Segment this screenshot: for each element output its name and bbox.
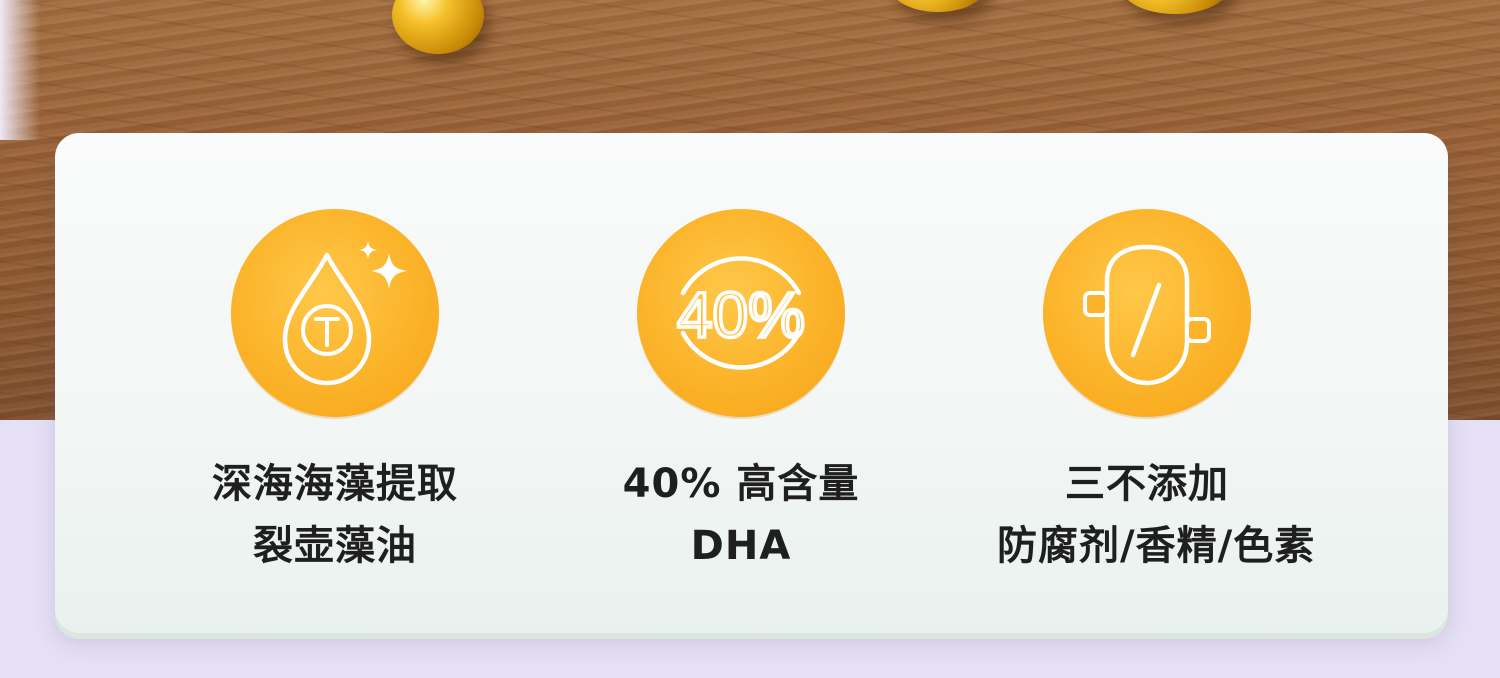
- feature-label: 深海海藻提取 裂壶藻油: [185, 453, 485, 577]
- feature-card: 深海海藻提取 裂壶藻油 40% 40% 高含量 DHA 三不添加 防腐剂/香精/…: [55, 133, 1448, 633]
- feature-label-line2: 裂壶藻油: [253, 523, 417, 569]
- feature-item-algae-oil: 深海海藻提取 裂壶藻油: [185, 209, 485, 577]
- background-edge: [0, 0, 40, 140]
- percent-badge-text: 40%: [677, 279, 805, 351]
- feature-label-line1: 深海海藻提取: [212, 461, 458, 507]
- feature-label-line2: DHA: [690, 523, 792, 569]
- feature-item-no-additives: 三不添加 防腐剂/香精/色素: [997, 209, 1316, 577]
- feature-label-line1: 三不添加: [1065, 461, 1229, 507]
- feature-label-line2: 防腐剂/香精/色素: [997, 523, 1316, 569]
- droplet-sparkle-icon: [282, 241, 407, 386]
- product-banner: 深海海藻提取 裂壶藻油 40% 40% 高含量 DHA 三不添加 防腐剂/香精/…: [0, 0, 1500, 678]
- feature-badge: [231, 209, 439, 417]
- feature-label: 40% 高含量 DHA: [591, 453, 891, 577]
- percent-badge-icon: 40%: [675, 256, 807, 370]
- feature-item-dha: 40% 40% 高含量 DHA: [591, 209, 891, 577]
- feature-label: 三不添加 防腐剂/香精/色素: [997, 453, 1316, 577]
- no-additive-icon: [1083, 244, 1211, 386]
- feature-badge: 40%: [637, 209, 845, 417]
- feature-label-line1: 40% 高含量: [622, 461, 860, 507]
- feature-badge: [1043, 209, 1251, 417]
